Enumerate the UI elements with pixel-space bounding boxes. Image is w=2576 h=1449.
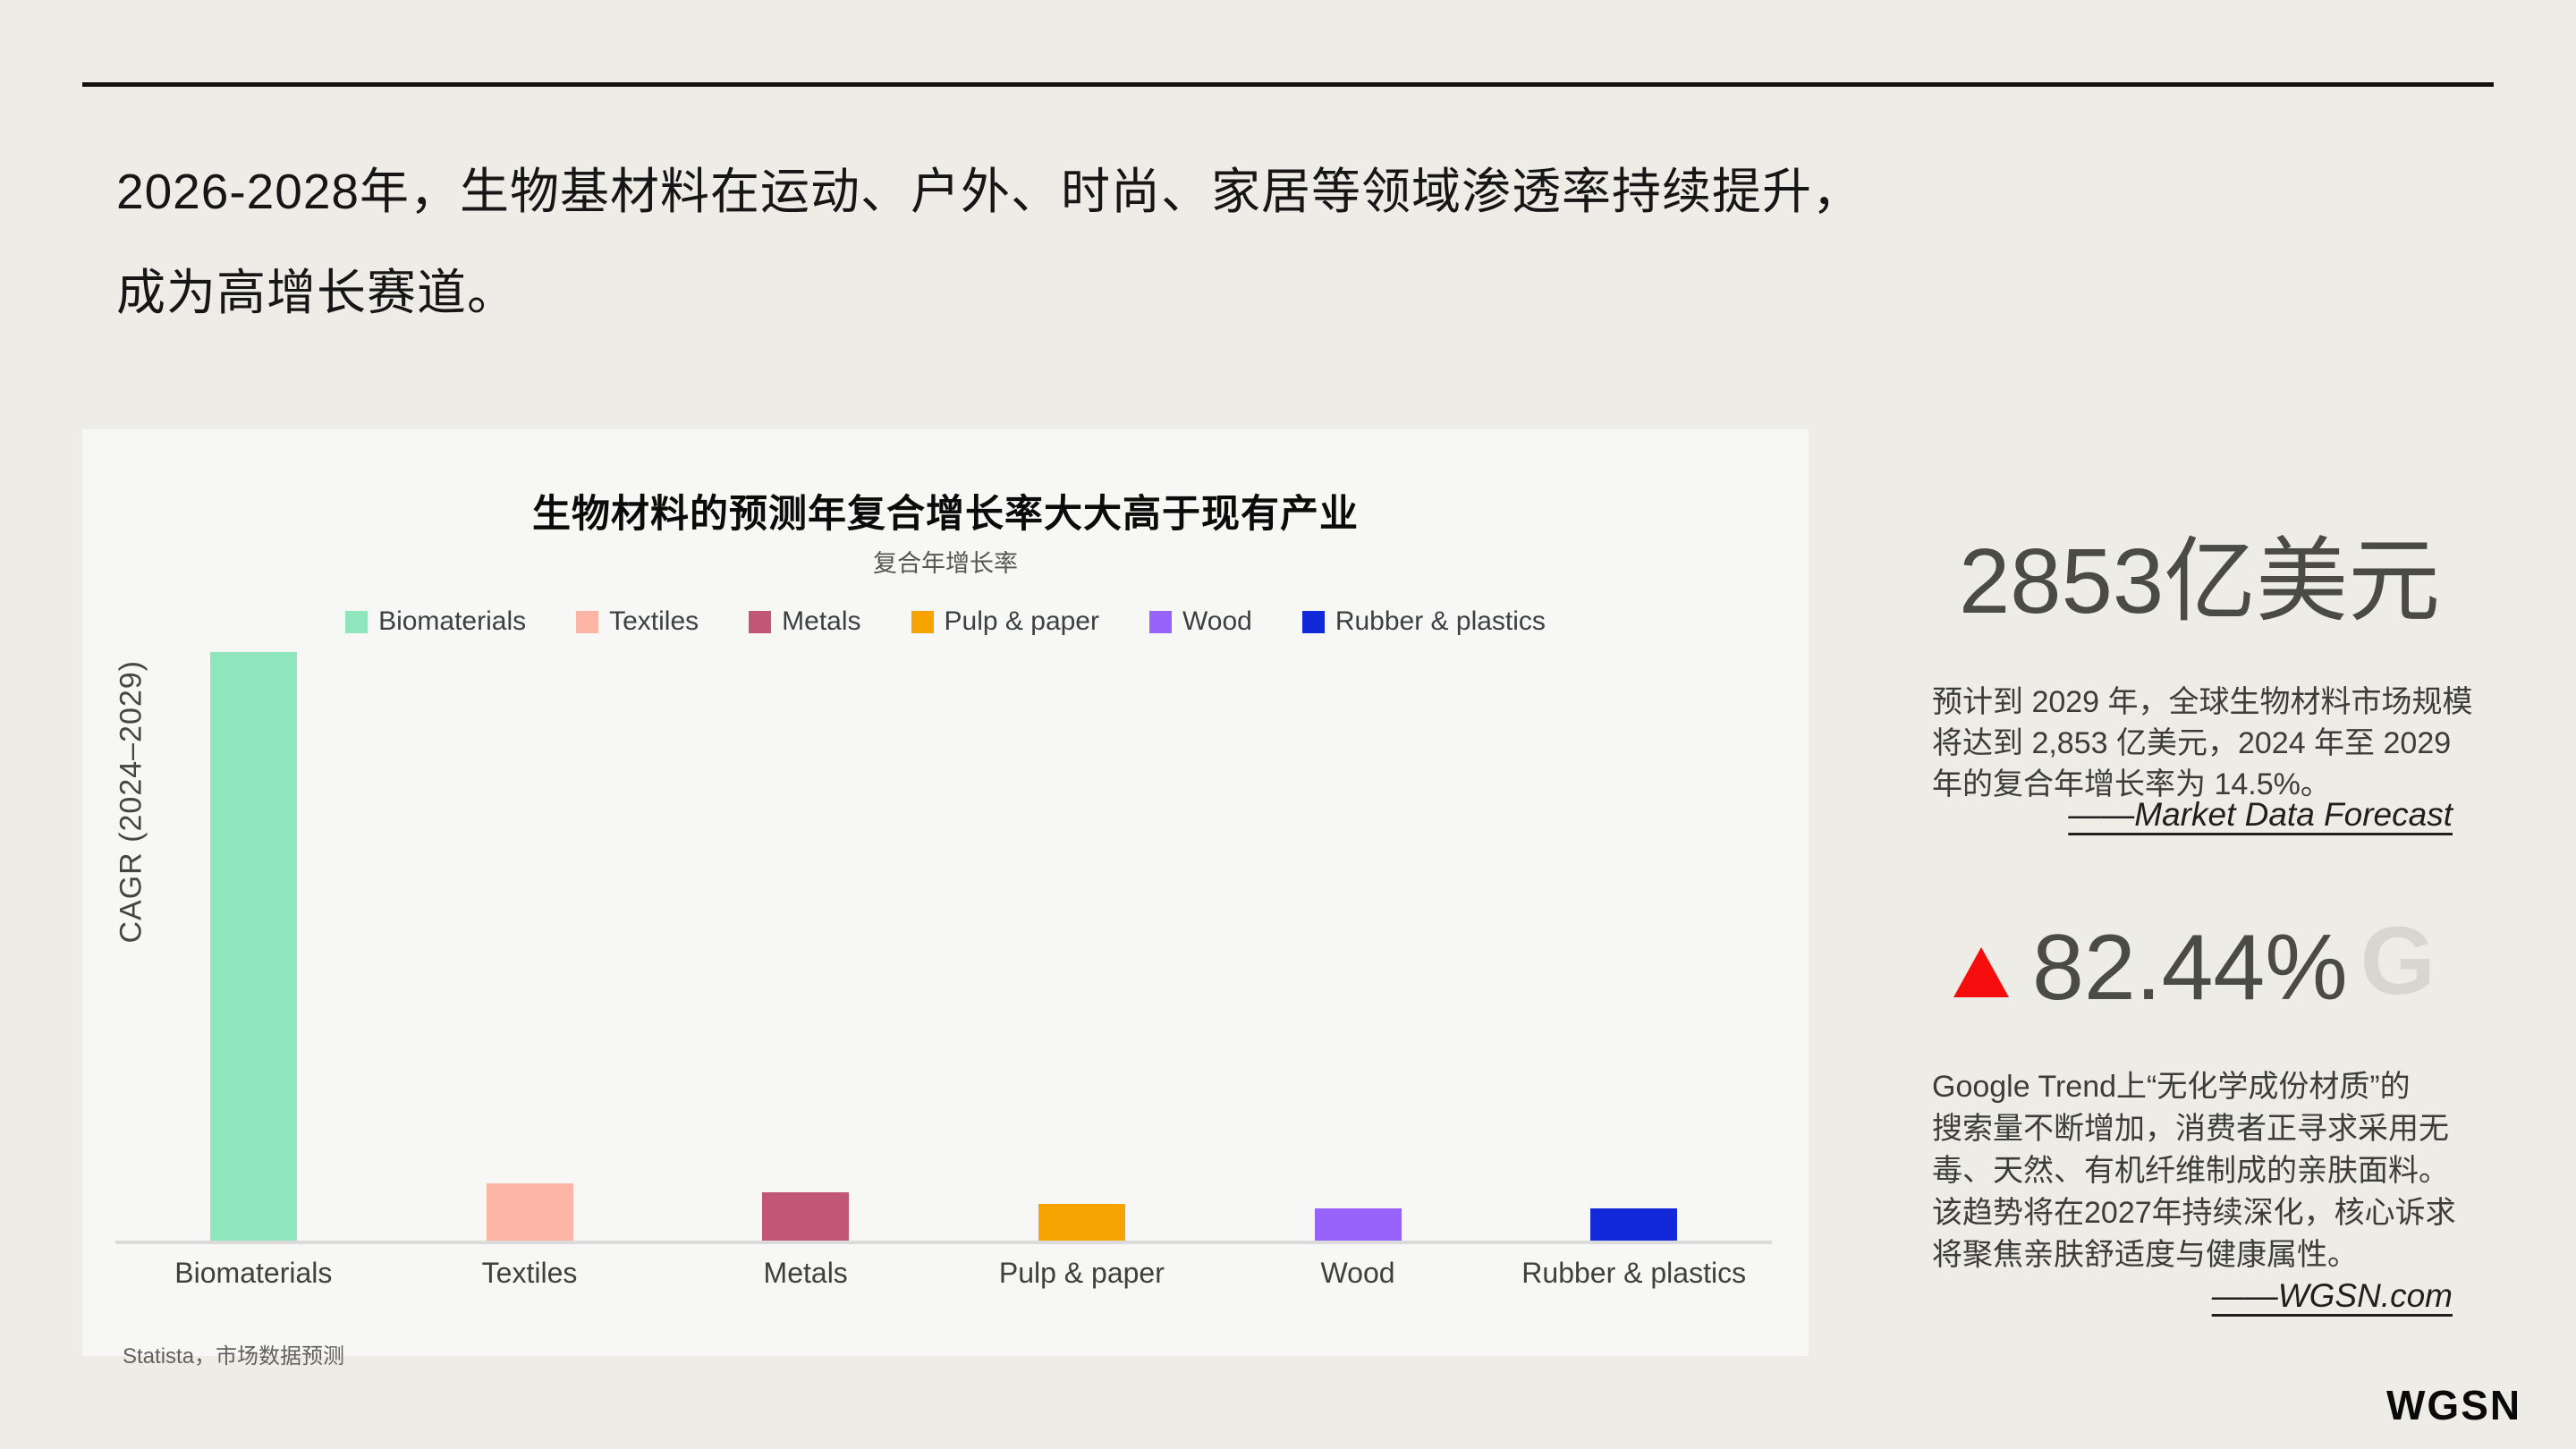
x-axis-labels: BiomaterialsTextilesMetalsPulp & paperWo… (115, 1257, 1772, 1290)
legend-label: Pulp & paper (945, 606, 1099, 637)
legend-swatch-icon (576, 611, 598, 633)
x-axis-label: Biomaterials (115, 1257, 392, 1290)
legend-swatch-icon (1149, 611, 1172, 633)
legend-item: Pulp & paper (911, 606, 1099, 637)
legend-item: Wood (1149, 606, 1252, 637)
legend-swatch-icon (749, 611, 771, 633)
legend-swatch-icon (1302, 611, 1325, 633)
legend-item: Biomaterials (345, 606, 526, 637)
trend-growth-stat: 82.44% (2032, 921, 2348, 1014)
slide: { "page": { "background_color": "#EDECE7… (0, 0, 2576, 1449)
legend-label: Rubber & plastics (1335, 606, 1546, 637)
chart-source-note: Statista，市场数据预测 (123, 1338, 344, 1369)
description-line: 毒、天然、有机纤维制成的亲肤面料。 (1932, 1150, 2453, 1192)
legend-swatch-icon (911, 611, 934, 633)
trend-stat-attribution-link[interactable]: ——WGSN.com (2212, 1277, 2453, 1315)
bar-column (1496, 650, 1772, 1241)
description-line: 该趋势将在2027年持续深化，核心诉求 (1932, 1192, 2453, 1234)
chart-plot (115, 650, 1772, 1241)
bar-textiles (487, 1183, 573, 1241)
top-divider-line (82, 82, 2494, 87)
market-stat-description: 预计到 2029 年，全球生物材料市场规模 将达到 2,853 亿美元，2024… (1932, 682, 2453, 805)
legend-label: Biomaterials (378, 606, 526, 637)
wgsn-logo: WGSN (2386, 1381, 2521, 1429)
bar-column (944, 650, 1220, 1241)
legend-label: Wood (1182, 606, 1252, 637)
legend-item: Textiles (576, 606, 699, 637)
legend-swatch-icon (345, 611, 368, 633)
bar-biomaterials (210, 652, 297, 1241)
bar-column (1220, 650, 1496, 1241)
up-triangle-icon (1953, 947, 2009, 997)
chart-legend: Biomaterials Textiles Metals Pulp & paper Wo… (82, 606, 1809, 637)
trend-stat-row: 82.44% G (1953, 921, 2436, 1014)
legend-item: Rubber & plastics (1302, 606, 1546, 637)
bar-metals (762, 1192, 849, 1241)
description-line: 将聚焦亲肤舒适度与健康属性。 (1932, 1234, 2453, 1276)
x-axis-label: Pulp & paper (944, 1257, 1220, 1290)
legend-label: Metals (782, 606, 860, 637)
chart-subtitle: 复合年增长率 (82, 544, 1809, 579)
x-axis-label: Metals (667, 1257, 944, 1290)
headline-line-2: 成为高增长赛道。 (116, 242, 1862, 343)
chart-title: 生物材料的预测年复合增长率大大高于现有产业 (82, 483, 1809, 538)
bar-pulp-paper (1038, 1204, 1125, 1241)
bar-column (392, 650, 668, 1241)
description-line: 搜索量不断增加，消费者正寻求采用无 (1932, 1108, 2453, 1150)
bar-column (115, 650, 392, 1241)
legend-label: Textiles (609, 606, 699, 637)
chart-card: 生物材料的预测年复合增长率大大高于现有产业 复合年增长率 Biomaterial… (82, 429, 1809, 1356)
bar-wood (1315, 1208, 1402, 1241)
google-g-icon: G (2360, 912, 2436, 1009)
x-axis-line (115, 1241, 1772, 1244)
trend-stat-description: Google Trend上“无化学成份材质”的 搜索量不断增加，消费者正寻求采用… (1932, 1066, 2453, 1276)
slide-headline: 2026-2028年，生物基材料在运动、户外、时尚、家居等领域渗透率持续提升， … (116, 141, 1862, 343)
bar-column (667, 650, 944, 1241)
description-line: 预计到 2029 年，全球生物材料市场规模 (1932, 682, 2453, 723)
description-line: Google Trend上“无化学成份材质”的 (1932, 1066, 2453, 1108)
x-axis-label: Rubber & plastics (1496, 1257, 1772, 1290)
market-size-stat: 2853亿美元 (1959, 535, 2440, 627)
description-line: 将达到 2,853 亿美元，2024 年至 2029 (1932, 723, 2453, 764)
headline-line-1: 2026-2028年，生物基材料在运动、户外、时尚、家居等领域渗透率持续提升， (116, 141, 1862, 242)
market-stat-attribution-link[interactable]: ——Market Data Forecast (2068, 796, 2453, 834)
x-axis-label: Wood (1220, 1257, 1496, 1290)
bar-rubber-plastics (1590, 1208, 1677, 1241)
x-axis-label: Textiles (392, 1257, 668, 1290)
legend-item: Metals (749, 606, 860, 637)
